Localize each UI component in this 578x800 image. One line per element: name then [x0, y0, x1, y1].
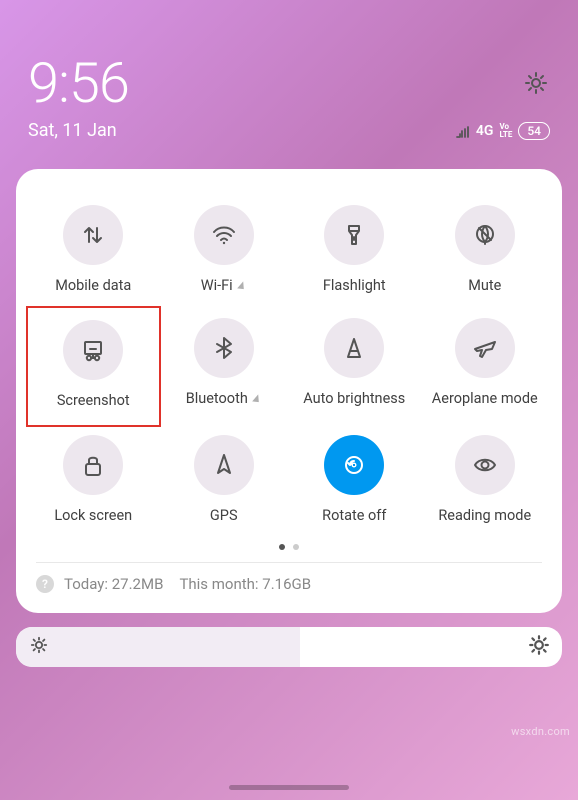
status-indicators: 4G Vo LTE 54 — [454, 122, 550, 140]
data-usage-row[interactable]: ? Today: 27.2MB This month: 7.16GB — [28, 573, 550, 597]
aeroplane-mode-icon[interactable] — [455, 318, 515, 378]
page-dot — [279, 544, 285, 550]
tile-aeroplane-mode[interactable]: Aeroplane mode — [420, 308, 551, 425]
brightness-fill — [16, 627, 300, 667]
watermark: wsxdn.com — [511, 725, 570, 738]
brightness-high-icon — [528, 634, 548, 660]
tile-label: Flashlight — [323, 277, 386, 294]
tile-bluetooth[interactable]: Bluetooth — [159, 308, 290, 425]
lock-screen-icon[interactable] — [63, 435, 123, 495]
tile-label: Wi-Fi — [201, 277, 247, 294]
help-icon: ? — [36, 575, 54, 593]
clock-time: 9:56 — [28, 50, 129, 116]
gps-icon[interactable] — [194, 435, 254, 495]
tile-screenshot[interactable]: Screenshot — [26, 306, 161, 427]
battery-indicator: 54 — [518, 122, 550, 140]
wifi-icon[interactable] — [194, 205, 254, 265]
tile-gps[interactable]: GPS — [159, 425, 290, 538]
tile-wifi[interactable]: Wi-Fi — [159, 195, 290, 308]
tile-label: Mobile data — [55, 277, 131, 294]
chevron-down-icon — [237, 281, 247, 292]
rotate-off-icon[interactable] — [324, 435, 384, 495]
tile-label: Lock screen — [54, 507, 132, 524]
volte-indicator: Vo LTE — [499, 123, 512, 139]
tile-flashlight[interactable]: Flashlight — [289, 195, 420, 308]
page-indicator[interactable] — [28, 544, 550, 550]
screenshot-icon[interactable] — [63, 320, 123, 380]
data-usage-month: This month: 7.16GB — [179, 575, 311, 593]
status-date: Sat, 11 Jan — [28, 120, 117, 141]
tile-label: Bluetooth — [186, 390, 262, 407]
quick-settings-grid: Mobile data Wi-Fi Flashlight Mute Screenshot… — [28, 195, 550, 538]
mobile-data-icon[interactable] — [63, 205, 123, 265]
tile-label: GPS — [210, 507, 238, 524]
signal-icon — [454, 124, 470, 138]
tile-label: Rotate off — [322, 507, 386, 524]
tile-label: Reading mode — [438, 507, 531, 524]
divider — [36, 562, 542, 563]
tile-mute[interactable]: Mute — [420, 195, 551, 308]
tile-label: Aeroplane mode — [432, 390, 538, 407]
reading-mode-icon[interactable] — [455, 435, 515, 495]
brightness-low-icon — [30, 636, 50, 658]
brightness-slider[interactable] — [16, 627, 562, 667]
tile-rotate-off[interactable]: Rotate off — [289, 425, 420, 538]
status-bar: 9:56 Sat, 11 Jan 4G Vo LTE 54 — [0, 0, 578, 151]
bluetooth-icon[interactable] — [194, 318, 254, 378]
settings-button[interactable] — [522, 69, 550, 97]
tile-auto-brightness[interactable]: Auto brightness — [289, 308, 420, 425]
page-dot — [293, 544, 299, 550]
tile-lock-screen[interactable]: Lock screen — [28, 425, 159, 538]
tile-reading-mode[interactable]: Reading mode — [420, 425, 551, 538]
auto-brightness-icon[interactable] — [324, 318, 384, 378]
tile-label: Auto brightness — [303, 390, 405, 407]
chevron-down-icon — [252, 394, 262, 405]
network-type: 4G — [476, 123, 494, 139]
nav-handle[interactable] — [229, 785, 349, 790]
tile-label: Screenshot — [57, 392, 130, 409]
tile-mobile-data[interactable]: Mobile data — [28, 195, 159, 308]
mute-icon[interactable] — [455, 205, 515, 265]
data-usage-today: Today: 27.2MB — [64, 575, 163, 593]
quick-settings-panel: Mobile data Wi-Fi Flashlight Mute Screenshot… — [16, 169, 562, 613]
flashlight-icon[interactable] — [324, 205, 384, 265]
tile-label: Mute — [468, 277, 501, 294]
